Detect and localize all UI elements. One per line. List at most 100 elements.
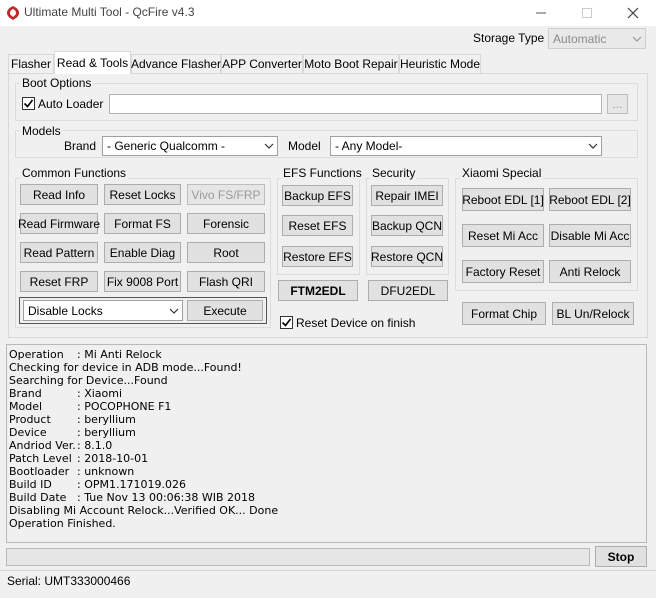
log-value: : OPM1.171019.026 (77, 478, 186, 491)
restore-efs-button[interactable]: Restore EFS (282, 246, 353, 267)
dfu2edl-button[interactable]: DFU2EDL (368, 280, 448, 301)
log-line: Brand : Xiaomi (9, 387, 644, 400)
brand-select[interactable]: - Generic Qualcomm - (102, 136, 278, 156)
reset-locks-button[interactable]: Reset Locks (104, 184, 181, 205)
auto-loader-checkbox[interactable] (22, 97, 35, 110)
maximize-button[interactable] (564, 0, 610, 26)
reboot-edl-1-button[interactable]: Reboot EDL [1] (462, 188, 544, 211)
format-fs-button[interactable]: Format FS (104, 213, 181, 234)
log-line: Operation Finished. (9, 517, 644, 530)
read-pattern-button[interactable]: Read Pattern (20, 242, 98, 263)
log-value: Checking for device in ADB mode...Found! (9, 361, 242, 374)
vivo-fs-frp-button[interactable]: Vivo FS/FRP (187, 184, 265, 205)
efs-functions-title: EFS Functions (281, 166, 364, 180)
restore-qcn-button[interactable]: Restore QCN (371, 246, 443, 267)
tab-app-converter[interactable]: APP Converter (221, 54, 303, 73)
log-key: Build Date (9, 491, 67, 504)
log-line: Device : beryllium (9, 426, 644, 439)
read-info-button[interactable]: Read Info (20, 184, 98, 205)
log-line: Bootloader : unknown (9, 465, 644, 478)
log-key: Model (9, 400, 43, 413)
auto-loader-label: Auto Loader (38, 97, 104, 111)
log-key: Operation (9, 348, 64, 361)
log-value: : Tue Nov 13 00:06:38 WIB 2018 (77, 491, 256, 504)
close-icon (627, 7, 639, 19)
log-key: Product (9, 413, 51, 426)
serial-number: Serial: UMT333000466 (7, 574, 131, 588)
tab-flasher[interactable]: Flasher (8, 54, 54, 73)
xiaomi-special-title: Xiaomi Special (460, 166, 544, 180)
log-key: Patch Level (9, 452, 72, 465)
reset-frp-button[interactable]: Reset FRP (20, 271, 98, 292)
brand-label: Brand (64, 139, 97, 153)
backup-efs-button[interactable]: Backup EFS (282, 185, 353, 206)
tab-moto-boot-repair[interactable]: Moto Boot Repair (303, 54, 399, 73)
log-line: Searching for Device...Found (9, 374, 644, 387)
log-value: Searching for Device...Found (9, 374, 168, 387)
tab-heuristic-mode[interactable]: Heuristic Mode (399, 54, 481, 73)
format-chip-button[interactable]: Format Chip (462, 302, 546, 325)
enable-diag-button[interactable]: Enable Diag (104, 242, 181, 263)
chevron-down-icon (632, 36, 642, 42)
security-title: Security (370, 166, 418, 180)
execute-button[interactable]: Execute (187, 300, 263, 321)
log-line: Disabling Mi Account Relock...Verified O… (9, 504, 644, 517)
repair-imei-button[interactable]: Repair IMEI (371, 185, 443, 206)
ftm2edl-button[interactable]: FTM2EDL (278, 280, 358, 301)
disable-mi-acc-button[interactable]: Disable Mi Acc (549, 224, 631, 247)
log-key: Andriod Ver. (9, 439, 76, 452)
factory-reset-button[interactable]: Factory Reset (462, 260, 544, 283)
reset-on-finish-checkbox[interactable] (280, 316, 293, 329)
snapdragon-icon (5, 5, 21, 21)
log-key: Brand (9, 387, 42, 400)
model-select[interactable]: - Any Model- (330, 136, 602, 156)
log-value: : Xiaomi (77, 387, 123, 400)
fix-9008-port-button[interactable]: Fix 9008 Port (104, 271, 181, 292)
forensic-button[interactable]: Forensic (187, 213, 265, 234)
read-firmware-button[interactable]: Read Firmware (18, 213, 100, 234)
tab-read-tools[interactable]: Read & Tools (54, 51, 131, 74)
log-value: : Mi Anti Relock (77, 348, 162, 361)
anti-relock-button[interactable]: Anti Relock (549, 260, 631, 283)
loader-path-input[interactable] (109, 94, 602, 114)
minimize-button[interactable] (518, 0, 564, 26)
storage-type-label: Storage Type (473, 31, 545, 45)
operation-log[interactable]: Operation : Mi Anti Relock Checking for de… (6, 344, 647, 543)
reset-efs-button[interactable]: Reset EFS (282, 215, 353, 236)
log-line: Patch Level : 2018-10-01 (9, 452, 644, 465)
stop-button[interactable]: Stop (595, 546, 647, 567)
models-title: Models (20, 124, 63, 138)
log-key: Device (9, 426, 47, 439)
root-button[interactable]: Root (187, 242, 265, 263)
backup-qcn-button[interactable]: Backup QCN (371, 215, 443, 236)
model-label: Model (288, 139, 321, 153)
bl-unrelock-button[interactable]: BL Un/Relock (552, 302, 634, 325)
chevron-down-icon (264, 143, 274, 149)
log-value: : beryllium (77, 426, 136, 439)
log-value: : beryllium (77, 413, 136, 426)
minimize-icon (536, 12, 546, 14)
log-value: : 2018-10-01 (77, 452, 149, 465)
reboot-edl-2-button[interactable]: Reboot EDL [2] (549, 188, 631, 211)
checkmark-icon (23, 99, 34, 108)
log-line: Model: POCOPHONE F1 (9, 400, 644, 413)
log-value: : unknown (77, 465, 135, 478)
locks-action-select[interactable]: Disable Locks (23, 300, 183, 321)
chevron-down-icon (588, 143, 598, 149)
reset-mi-acc-button[interactable]: Reset Mi Acc (462, 224, 544, 247)
tab-advance-flasher[interactable]: Advance Flasher (131, 54, 221, 73)
reset-on-finish-label: Reset Device on finish (296, 316, 416, 330)
storage-type-select[interactable]: Automatic (548, 28, 646, 49)
log-key: Bootloader (9, 465, 70, 478)
chevron-down-icon (169, 308, 179, 314)
log-line: Andriod Ver.: 8.1.0 (9, 439, 644, 452)
log-line: Checking for device in ADB mode...Found! (9, 361, 644, 374)
close-button[interactable] (610, 0, 656, 26)
boot-options-title: Boot Options (20, 76, 94, 90)
browse-loader-button[interactable]: ... (607, 94, 628, 114)
maximize-icon (582, 8, 592, 18)
flash-qri-button[interactable]: Flash QRI (187, 271, 265, 292)
log-line: Operation : Mi Anti Relock (9, 348, 644, 361)
log-line: Product : beryllium (9, 413, 644, 426)
log-line: Build ID: OPM1.171019.026 (9, 478, 644, 491)
